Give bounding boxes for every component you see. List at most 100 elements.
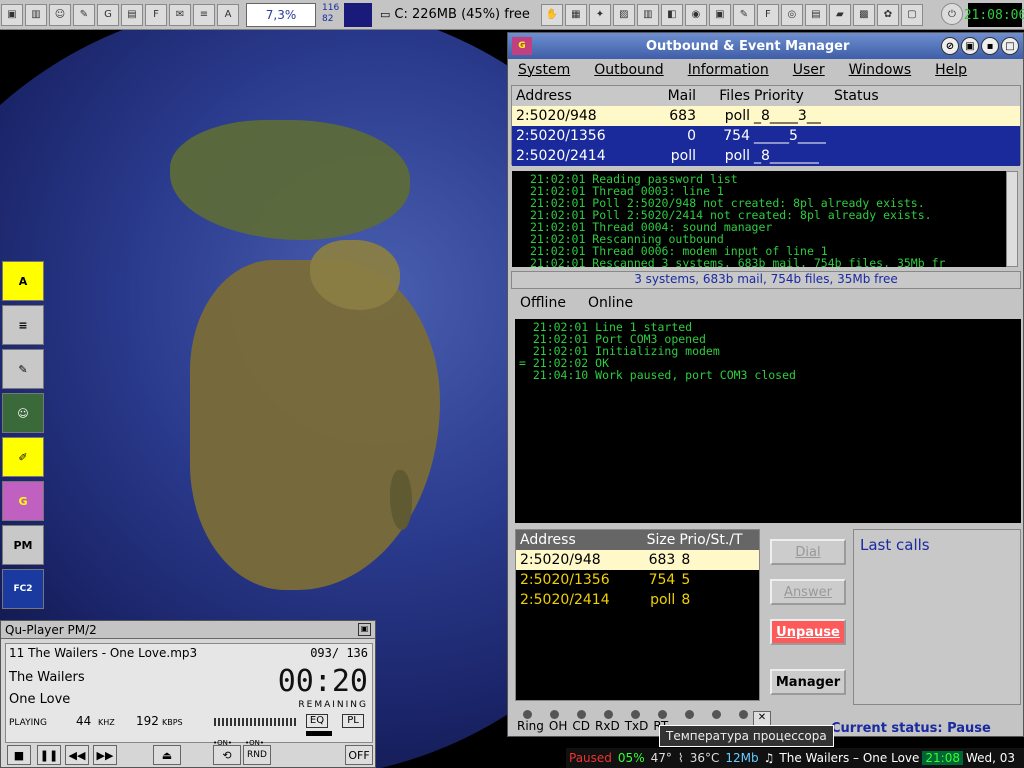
manager-button[interactable]: Manager bbox=[770, 669, 846, 695]
last-calls-panel: Last calls bbox=[853, 529, 1021, 705]
led-ring: Ring bbox=[517, 719, 544, 733]
table-row[interactable]: 2:5020/2414 poll poll _8_______ bbox=[512, 146, 1020, 166]
menu-outbound[interactable]: Outbound bbox=[594, 62, 663, 78]
launch-photo-icon[interactable]: ☺ bbox=[2, 393, 44, 433]
restore-icon[interactable]: ▣ bbox=[961, 37, 979, 55]
app-icon-5[interactable]: ▥ bbox=[636, 3, 659, 26]
menu-user[interactable]: User bbox=[793, 62, 825, 78]
app-icon-16[interactable]: ▢ bbox=[900, 3, 923, 26]
col-size[interactable]: Size bbox=[622, 532, 676, 548]
text-icon[interactable]: A bbox=[217, 3, 239, 26]
volume-slider[interactable] bbox=[214, 718, 296, 726]
unpause-button[interactable]: Unpause bbox=[770, 619, 846, 645]
log-scrollbar[interactable] bbox=[1006, 171, 1018, 267]
books-icon[interactable]: ▥ bbox=[25, 3, 47, 26]
led-rxd: RxD bbox=[595, 719, 620, 733]
app-icon-12[interactable]: ▤ bbox=[804, 3, 827, 26]
event-log[interactable]: 21:02:01 Reading password list 21:02:01 … bbox=[512, 171, 1006, 267]
folder-icon[interactable]: ▣ bbox=[1, 3, 23, 26]
outbound-table: Address Mail Files Priority Status 2:502… bbox=[511, 85, 1021, 166]
launch-note-icon[interactable]: ✐ bbox=[2, 437, 44, 477]
table-row[interactable]: 2:5020/948 683 poll _8____3__ bbox=[512, 106, 1020, 126]
col-address[interactable]: Address bbox=[516, 532, 622, 548]
tab-online[interactable]: Online bbox=[588, 295, 633, 311]
col-status[interactable]: Status bbox=[830, 88, 930, 104]
app-icon-2[interactable]: ▦ bbox=[564, 3, 587, 26]
app-icon-4[interactable]: ▨ bbox=[612, 3, 635, 26]
pm-icon[interactable]: ▤ bbox=[121, 3, 143, 26]
col-address[interactable]: Address bbox=[512, 88, 652, 104]
pause-icon[interactable]: ❚❚ bbox=[37, 745, 61, 765]
player-restore-icon[interactable]: ▣ bbox=[358, 623, 371, 636]
dial-button[interactable]: Dial bbox=[770, 539, 846, 565]
app-icon-9[interactable]: ✎ bbox=[732, 3, 755, 26]
eject-icon[interactable]: ⏏ bbox=[153, 745, 181, 765]
minimize-icon[interactable]: ▪ bbox=[981, 37, 999, 55]
table-row[interactable]: 2:5020/948 683 8 bbox=[516, 550, 759, 570]
window-title: Outbound & Event Manager bbox=[646, 38, 850, 54]
app-icon-7[interactable]: ◉ bbox=[684, 3, 707, 26]
stop-icon[interactable]: ■ bbox=[7, 745, 31, 765]
col-prio[interactable]: Prio/St./T bbox=[675, 532, 759, 548]
menu-system[interactable]: System bbox=[518, 62, 570, 78]
led-txd: TxD bbox=[624, 719, 649, 733]
app-icon-3[interactable]: ✦ bbox=[588, 3, 611, 26]
col-files[interactable]: Files bbox=[696, 88, 750, 104]
off-button[interactable]: OFF bbox=[345, 745, 373, 765]
launch-pen-icon[interactable]: ✎ bbox=[2, 349, 44, 389]
app-icon-11[interactable]: ◎ bbox=[780, 3, 803, 26]
maximize-icon[interactable]: □ bbox=[1001, 37, 1019, 55]
cell-address: 2:5020/1356 bbox=[520, 572, 610, 588]
tab-offline[interactable]: Offline bbox=[520, 295, 566, 311]
led-icon bbox=[577, 710, 586, 719]
playlist-button[interactable]: PL bbox=[342, 714, 364, 728]
power-icon[interactable]: ⏻ bbox=[941, 3, 963, 25]
gpmk-icon[interactable]: G bbox=[97, 3, 119, 26]
fc-icon[interactable]: F bbox=[145, 3, 167, 26]
menu-help[interactable]: Help bbox=[935, 62, 967, 78]
next-icon[interactable]: ▶▶ bbox=[93, 745, 117, 765]
launch-pm-icon[interactable]: PM bbox=[2, 525, 44, 565]
app-icon-15[interactable]: ✿ bbox=[876, 3, 899, 26]
log-line: 21:02:01 Rescanned 3 systems, 683b mail,… bbox=[530, 256, 946, 267]
col-priority[interactable]: Priority bbox=[750, 88, 830, 104]
random-button[interactable]: RND bbox=[243, 745, 271, 765]
led-cd: CD bbox=[572, 719, 590, 733]
table-row[interactable]: 2:5020/1356 0 754 _____5____ bbox=[512, 126, 1020, 146]
app-icon-13[interactable]: ▰ bbox=[828, 3, 851, 26]
cell-address: 2:5020/2414 bbox=[516, 148, 606, 164]
repeat-icon[interactable]: ⟲ bbox=[213, 745, 241, 765]
player-display: 11 The Wailers - One Love.mp3 093/ 136 T… bbox=[5, 643, 373, 743]
table-row[interactable]: 2:5020/2414 poll 8 bbox=[516, 590, 759, 610]
queue-table: Address Size Prio/St./T 2:5020/948 683 8… bbox=[515, 529, 760, 701]
portrait-icon[interactable]: ☺ bbox=[49, 3, 71, 26]
table-row[interactable]: 2:5020/1356 754 5 bbox=[516, 570, 759, 590]
cell-files: poll bbox=[724, 108, 750, 124]
app-icon-6[interactable]: ◧ bbox=[660, 3, 683, 26]
answer-button[interactable]: Answer bbox=[770, 579, 846, 605]
disk-free: ▭ C: 226MB (45%) free bbox=[380, 3, 530, 27]
player-titlebar[interactable]: Qu-Player PM/2 ▣ bbox=[1, 621, 375, 639]
track-count: 093/ 136 bbox=[310, 646, 368, 660]
eq-button[interactable]: EQ bbox=[306, 714, 328, 728]
launch-gpmk-icon[interactable]: G bbox=[2, 481, 44, 521]
prev-icon[interactable]: ◀◀ bbox=[65, 745, 89, 765]
list-icon[interactable]: ≡ bbox=[193, 3, 215, 26]
app-icon-8[interactable]: ▣ bbox=[708, 3, 731, 26]
app-icon-10[interactable]: F bbox=[756, 3, 779, 26]
launch-folder-a[interactable]: A bbox=[2, 261, 44, 301]
mail-icon[interactable]: ✉ bbox=[169, 3, 191, 26]
note-icon[interactable]: ✎ bbox=[73, 3, 95, 26]
counter-bottom: 82 bbox=[322, 13, 334, 24]
app-icon-1[interactable]: ✋ bbox=[540, 3, 563, 26]
menu-information[interactable]: Information bbox=[688, 62, 769, 78]
window-titlebar[interactable]: G Outbound & Event Manager ⊘ ▣ ▪ □ bbox=[508, 33, 1023, 59]
modem-log[interactable]: 21:02:01 Line 1 started 21:02:01 Port CO… bbox=[515, 319, 1021, 523]
pin-icon[interactable]: ⊘ bbox=[941, 37, 959, 55]
thermometer-icon: ⌇ bbox=[677, 751, 684, 765]
menu-windows[interactable]: Windows bbox=[849, 62, 912, 78]
col-mail[interactable]: Mail bbox=[652, 88, 696, 104]
launch-fc2-icon[interactable]: FC2 bbox=[2, 569, 44, 609]
app-icon-14[interactable]: ▩ bbox=[852, 3, 875, 26]
launch-list-icon[interactable]: ≡ bbox=[2, 305, 44, 345]
